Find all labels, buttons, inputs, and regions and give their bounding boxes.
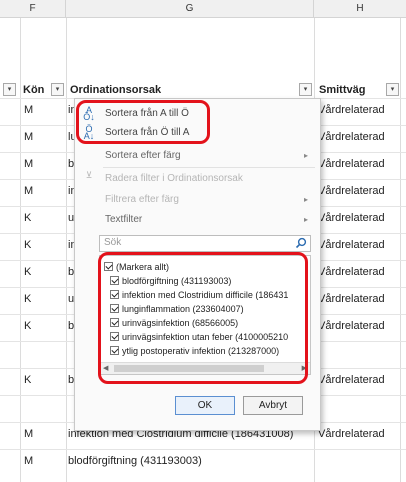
checkbox-checked-icon[interactable] [110, 332, 119, 341]
list-item[interactable]: (Markera allt) [104, 260, 169, 274]
cell-kon[interactable]: M [22, 129, 33, 145]
filter-dropdown-icon[interactable]: ▾ [386, 83, 399, 96]
scrollbar-thumb[interactable] [114, 365, 264, 372]
sort-by-color-item[interactable]: Sortera efter färg ▸ [75, 147, 320, 165]
search-input[interactable]: Sök [99, 235, 311, 252]
text-filter-item[interactable]: Textfilter ▸ [75, 211, 320, 229]
submenu-arrow-icon: ▸ [303, 215, 308, 224]
filter-by-color-item[interactable]: Filtrera efter färg ▸ [75, 191, 320, 209]
list-item-label: ytlig postoperativ infektion (213287000) [122, 346, 280, 356]
sort-ascending-label: Sortera från A till Ö [105, 108, 189, 119]
column-h-header[interactable]: H [314, 0, 406, 18]
cell-smittvag[interactable]: Vårdrelaterad [316, 264, 385, 280]
cell-smittvag[interactable]: Vårdrelaterad [316, 129, 385, 145]
cell-kon[interactable]: M [22, 102, 33, 118]
cell-kon[interactable]: K [22, 237, 31, 253]
list-item-label: urinvägsinfektion (68566005) [122, 318, 239, 328]
checkbox-checked-icon[interactable] [110, 276, 119, 285]
cell-smittvag[interactable]: Vårdrelaterad [316, 210, 385, 226]
sort-descending-item[interactable]: Ö A↓ Sortera från Ö till A [75, 124, 320, 142]
filter-dropdown-icon[interactable]: ▾ [51, 83, 64, 96]
cell-smittvag[interactable]: Vårdrelaterad [316, 318, 385, 334]
cell-smittvag[interactable]: Vårdrelaterad [316, 102, 385, 118]
header-kon: Kön [23, 84, 45, 96]
sort-by-color-label: Sortera efter färg [105, 150, 181, 161]
cell-smittvag[interactable]: Vårdrelaterad [316, 291, 385, 307]
list-item-label: urinvägsinfektion utan feber (4100005210 [122, 332, 289, 342]
checkbox-checked-icon[interactable] [104, 262, 113, 271]
cell-kon[interactable]: M [22, 453, 33, 469]
checkbox-checked-icon[interactable] [110, 304, 119, 313]
submenu-arrow-icon: ▸ [303, 151, 308, 160]
column-g-header[interactable]: G [66, 0, 314, 18]
filter-by-color-label: Filtrera efter färg [105, 194, 179, 205]
cell-kon[interactable]: K [22, 372, 31, 388]
column-header-bar: F G H [0, 0, 406, 18]
filter-value-list: (Markera allt) blodförgiftning (43119300… [99, 255, 311, 375]
cell-smittvag[interactable]: Vårdrelaterad [316, 372, 385, 388]
scroll-left-icon[interactable]: ◀ [103, 363, 108, 374]
cell-smittvag[interactable] [316, 453, 318, 469]
filter-dropdown-icon[interactable]: ▾ [299, 83, 312, 96]
search-icon [295, 237, 307, 249]
list-item[interactable]: urinvägsinfektion utan feber (4100005210 [110, 330, 288, 344]
column-f-header[interactable]: F [0, 0, 66, 18]
list-item[interactable]: blodförgiftning (431193003) [110, 274, 231, 288]
menu-divider [103, 167, 315, 168]
list-item-label: infektion med Clostridium difficile (186… [122, 290, 289, 300]
clear-filter-item[interactable]: ⊻ Radera filter i Ordinationsorsak [75, 170, 320, 188]
cell-kon[interactable]: K [22, 264, 31, 280]
grid-line [0, 449, 406, 450]
cell-kon[interactable]: K [22, 318, 31, 334]
filter-dropdown-icon[interactable]: ▾ [3, 83, 16, 96]
cell-smittvag[interactable]: Vårdrelaterad [316, 183, 385, 199]
cell-kon[interactable]: K [22, 210, 31, 226]
cell-smittvag[interactable]: Vårdrelaterad [316, 156, 385, 172]
list-item[interactable]: ytlig postoperativ infektion (213287000) [110, 344, 279, 358]
list-item[interactable]: lunginflammation (233604007) [110, 302, 244, 316]
sort-descending-icon: Ö A↓ [83, 124, 95, 141]
text-filter-label: Textfilter [105, 214, 143, 225]
clear-filter-label: Radera filter i Ordinationsorsak [105, 173, 243, 184]
list-item[interactable]: urinvägsinfektion (68566005) [110, 316, 238, 330]
list-item[interactable]: infektion med Clostridium difficile (186… [110, 288, 288, 302]
header-ordinationsorsak: Ordinationsorsak [70, 84, 162, 96]
sort-ascending-icon: A Ö↓ [83, 105, 95, 122]
checkbox-checked-icon[interactable] [110, 346, 119, 355]
cell-kon[interactable]: M [22, 183, 33, 199]
checkbox-checked-icon[interactable] [110, 290, 119, 299]
scroll-right-icon[interactable]: ▶ [302, 363, 307, 374]
search-placeholder: Sök [104, 237, 122, 248]
cell-smittvag[interactable]: Vårdrelaterad [316, 237, 385, 253]
list-item-label: lunginflammation (233604007) [122, 304, 244, 314]
ok-button[interactable]: OK [175, 396, 235, 415]
cell-ordinationsorsak[interactable]: blodförgiftning (431193003) [66, 453, 312, 469]
cell-smittvag[interactable]: Vårdrelaterad [316, 426, 385, 442]
checkbox-checked-icon[interactable] [110, 318, 119, 327]
table-header-row: ▾ Kön ▾ Ordinationsorsak ▾ Smittväg ▾ [0, 82, 406, 98]
submenu-arrow-icon: ▸ [303, 195, 308, 204]
sort-ascending-item[interactable]: A Ö↓ Sortera från A till Ö [75, 105, 320, 123]
cell-kon[interactable]: K [22, 291, 31, 307]
cell-kon[interactable]: M [22, 426, 33, 442]
filter-menu: A Ö↓ Sortera från A till Ö Ö A↓ Sortera fr… [74, 98, 321, 431]
list-item-label: blodförgiftning (431193003) [122, 276, 232, 286]
list-item-label: (Markera allt) [116, 262, 170, 272]
clear-filter-icon: ⊻ [85, 170, 93, 180]
horizontal-scrollbar[interactable]: ◀ ▶ [100, 362, 310, 374]
cell-kon[interactable]: M [22, 156, 33, 172]
header-smittvag: Smittväg [319, 84, 366, 96]
sort-descending-label: Sortera från Ö till A [105, 127, 190, 138]
cancel-button[interactable]: Avbryt [243, 396, 303, 415]
